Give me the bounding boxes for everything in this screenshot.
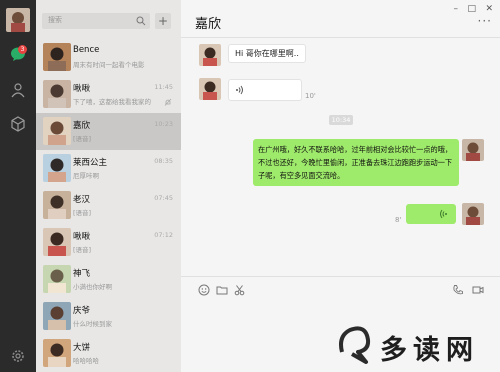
message-timestamp: 10:34 (329, 115, 353, 125)
chat-list-item[interactable]: 莱西公主厄厚咔啊 08:35 (36, 150, 181, 187)
contact-avatar (43, 265, 71, 293)
contact-avatar[interactable] (199, 44, 221, 66)
contact-avatar[interactable] (199, 78, 221, 100)
outgoing-text-bubble[interactable]: 在广州哦，好久不联系哈哈，过年前相对会比较忙一点的哦，不过也还好，今晚忙里偷闲，… (253, 139, 459, 186)
contact-avatar (43, 154, 71, 182)
conversation-title: 嘉欣 (195, 17, 222, 32)
contact-avatar (43, 43, 71, 71)
contact-name: 啾啾 (73, 84, 91, 94)
header-divider (181, 37, 500, 38)
message-time: 08:35 (154, 157, 173, 165)
chat-list-item[interactable]: 啾啾下了嘻，这都给我看我家的 11:45 (36, 76, 181, 113)
chat-list-item[interactable]: 神飞 小满也你好啊 (36, 261, 181, 298)
favorites-cube-icon[interactable] (10, 116, 26, 132)
contact-name: 啾啾 (73, 232, 91, 242)
settings-gear-icon[interactable] (10, 348, 26, 364)
voice-call-icon[interactable] (452, 284, 464, 296)
incoming-text-bubble[interactable]: Hi 哥你在哪里啊.. (228, 44, 306, 63)
chat-list-item[interactable]: Bence 周末有时间一起看个电影 (36, 39, 181, 76)
contact-name: 大饼 (73, 343, 91, 353)
contact-avatar (43, 80, 71, 108)
contact-name: 老汉 (73, 195, 91, 205)
contact-avatar (43, 228, 71, 256)
search-input[interactable]: 搜索 (42, 13, 150, 29)
screenshot-scissors-icon[interactable] (234, 284, 246, 296)
chat-list-panel: 搜索 + Bence 周末有时间一起看个电影 啾啾 下了嘻，这都给我看我家的 11:45… (36, 0, 182, 372)
my-avatar[interactable] (6, 8, 30, 32)
minimize-button[interactable]: – (454, 4, 459, 14)
message-preview: 小满也你好啊 (73, 283, 112, 291)
folder-icon[interactable] (216, 284, 228, 296)
contact-avatar (43, 339, 71, 367)
wechat-window: 3 搜索 + Bence 周末有时间一起看个电影 啾啾 下了嘻，这都给我看我家的 11:… (0, 0, 500, 372)
add-chat-button[interactable]: + (155, 13, 171, 29)
contact-name: 庆爷 (73, 306, 91, 316)
message-preview: 哈哈哈哈 (73, 357, 99, 365)
contact-name: 莱西公主 (73, 158, 108, 168)
chat-list-item[interactable]: 老汉 [语音] 07:45 (36, 187, 181, 224)
voice-duration: 8' (395, 216, 402, 224)
site-watermark-logo: 多读网 (336, 322, 486, 368)
mute-bell-icon (164, 98, 172, 106)
more-options-button[interactable]: ··· (478, 14, 492, 28)
watermark-text: 多读网 (380, 335, 479, 366)
message-time: 11:45 (154, 83, 173, 91)
nav-rail: 3 (0, 0, 36, 372)
message-preview: [语音] (73, 135, 92, 143)
message-preview: [语音] (73, 209, 92, 217)
voice-wave-icon (440, 209, 447, 219)
contact-avatar (43, 302, 71, 330)
contact-name: Bence (73, 45, 100, 55)
my-message-avatar[interactable] (462, 203, 484, 225)
voice-wave-icon (236, 85, 243, 95)
message-time: 07:12 (154, 231, 173, 239)
voice-duration: 10' (305, 92, 316, 100)
maximize-button[interactable]: □ (467, 4, 476, 14)
outgoing-voice-bubble[interactable] (406, 204, 456, 224)
search-icon (136, 16, 146, 26)
message-preview: 厄厚咔啊 (73, 172, 99, 180)
contact-name: 嘉欣 (73, 121, 91, 131)
chat-list-item[interactable]: 啾啾 [语音] 07:12 (36, 224, 181, 261)
message-time: 07:45 (154, 194, 173, 202)
chat-list-item[interactable]: 大饼 哈哈哈哈 (36, 335, 181, 372)
close-button[interactable]: ✕ (485, 4, 493, 14)
search-placeholder: 搜索 (48, 16, 62, 24)
video-call-icon[interactable] (472, 284, 484, 296)
contact-avatar (43, 191, 71, 219)
message-preview: 什么时候到家 (73, 320, 112, 328)
unread-badge: 3 (18, 45, 27, 54)
message-time: 10:23 (154, 120, 173, 128)
contacts-icon[interactable] (10, 82, 26, 98)
emoji-icon[interactable] (198, 284, 210, 296)
incoming-voice-bubble[interactable] (228, 79, 302, 101)
chat-list-item[interactable]: 庆爷 什么时候到家 (36, 298, 181, 335)
chat-list-item[interactable]: 嘉欣 [语音] 10:23 (36, 113, 181, 150)
message-preview: 周末有时间一起看个电影 (73, 61, 145, 69)
message-preview: 下了嘻，这都给我看我家的 (73, 98, 151, 106)
message-preview: [语音] (73, 246, 92, 254)
my-message-avatar[interactable] (462, 139, 484, 161)
contact-avatar (43, 117, 71, 145)
conversation-panel: 嘉欣 – □ ✕ ··· Hi 哥你在哪里啊.. 10' 10:34 在广州哦，… (181, 0, 500, 372)
composer-divider (181, 276, 500, 277)
contact-name: 神飞 (73, 269, 91, 279)
